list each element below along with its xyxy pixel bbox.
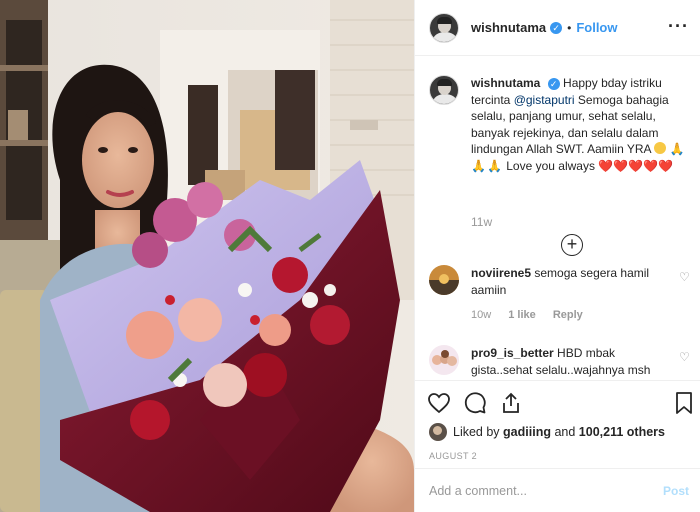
heart-icon[interactable] [427,391,451,415]
likes-and: and [554,425,576,439]
commenter-avatar[interactable] [429,345,459,375]
caption-timestamp[interactable]: 11w [471,215,492,229]
likes-others-count[interactable]: 100,211 others [579,425,665,439]
comment-body: pro9_is_better HBD mbak gista..sehat sel… [471,345,667,378]
comments-list[interactable]: wishnutama ✓ Happy bday istriku tercinta… [415,57,700,380]
caption-avatar[interactable] [429,75,459,105]
mention-link[interactable]: @gistaputri [514,93,575,107]
comment-meta: 10w 1 like Reply [471,309,597,321]
comment-like-count[interactable]: 1 like [508,309,536,321]
commenter-avatar[interactable] [429,265,459,295]
bookmark-icon[interactable] [674,391,694,415]
add-comment-bar: Post [415,468,700,512]
likes-summary: Liked by gadiiing and 100,211 others [429,423,665,441]
liker-avatar[interactable] [429,423,447,441]
like-comment-heart-icon[interactable]: ♡ [679,271,691,283]
smile-emoji-icon [654,142,667,154]
more-options-icon[interactable]: ··· [668,17,689,35]
like-comment-heart-icon[interactable]: ♡ [679,351,691,363]
post-comment-button[interactable]: Post [663,484,689,498]
caption-username[interactable]: wishnutama [471,76,540,90]
caption-text: wishnutama ✓ Happy bday istriku tercinta… [471,75,691,174]
photo-illustration [0,0,414,512]
author-username[interactable]: wishnutama [471,20,546,35]
add-comment-input[interactable] [429,481,649,501]
commenter-username[interactable]: noviirene5 [471,266,531,280]
action-icons [427,391,692,417]
load-more-comments-icon[interactable]: + [561,234,583,256]
share-icon[interactable] [499,391,523,415]
comment-body: noviirene5 semoga segera hamil aamiin [471,265,667,298]
heart-emojis: ❤️❤️❤️❤️❤️ [598,158,674,173]
comment-time[interactable]: 10w [471,309,491,321]
instagram-post: wishnutama ✓ • Follow ··· wishnutama ✓ H… [0,0,700,512]
post-sidebar: wishnutama ✓ • Follow ··· wishnutama ✓ H… [414,0,700,512]
liker-username[interactable]: gadiiing [503,425,551,439]
likes-prefix: Liked by [453,425,500,439]
comment-icon[interactable] [463,391,487,415]
verified-badge-icon: ✓ [550,21,563,34]
verified-badge-icon: ✓ [547,78,560,90]
post-photo[interactable] [0,0,414,512]
commenter-username[interactable]: pro9_is_better [471,346,554,360]
follow-button[interactable]: Follow [576,20,617,35]
post-date[interactable]: AUGUST 2 [429,451,477,461]
separator-dot: • [567,20,572,35]
caption-text-3: Love you always [506,158,595,173]
post-header: wishnutama ✓ • Follow ··· [415,0,700,56]
reply-button[interactable]: Reply [553,309,583,321]
author-avatar[interactable] [429,12,459,43]
post-actions: Liked by gadiiing and 100,211 others AUG… [415,380,700,468]
